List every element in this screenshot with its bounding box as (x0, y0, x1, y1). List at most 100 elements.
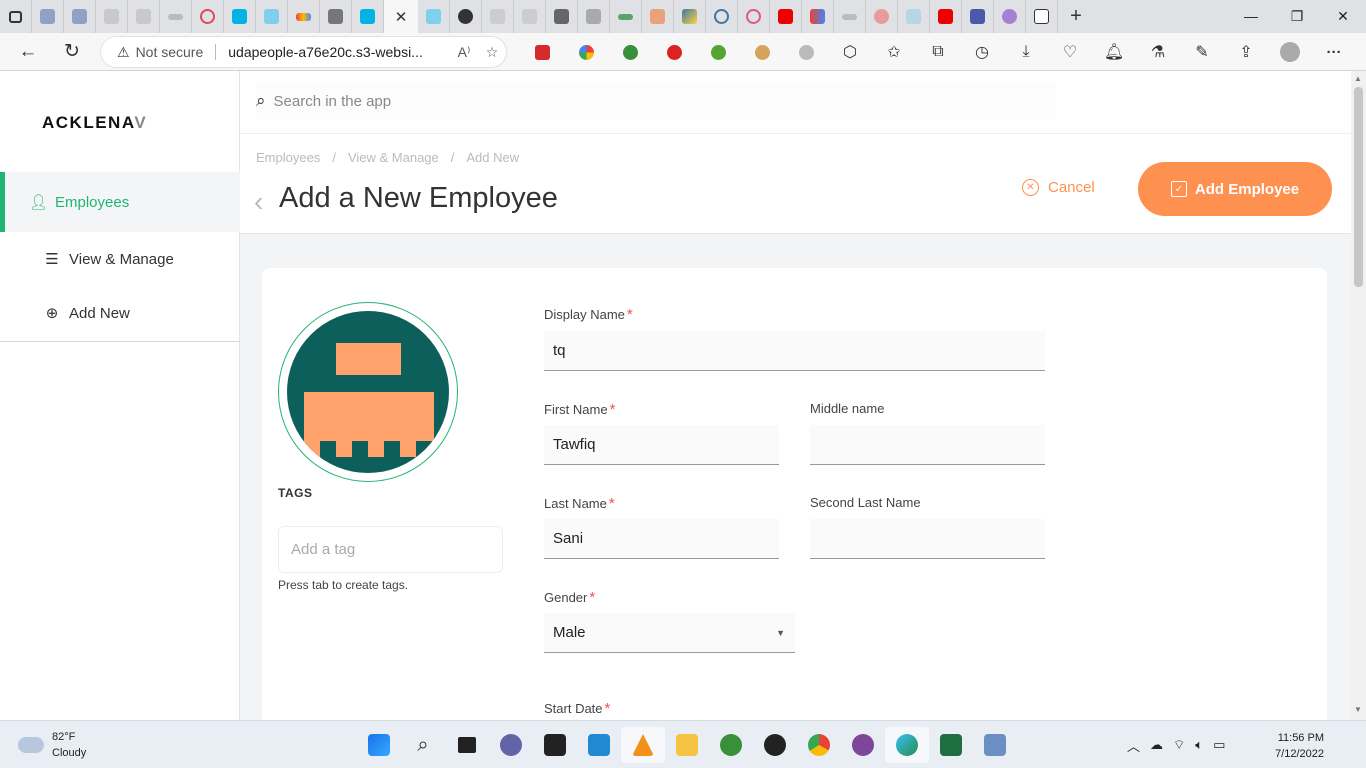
tab-29[interactable] (930, 0, 962, 33)
task-view[interactable] (445, 727, 489, 763)
url-text[interactable]: udapeople-a76e20c.s3-websi... (228, 44, 450, 60)
remote-app[interactable] (973, 727, 1017, 763)
downloads-icon[interactable]: ⤓ (1004, 43, 1048, 61)
tab-26[interactable] (834, 0, 866, 33)
add-employee-button[interactable]: ✓ Add Employee (1138, 162, 1332, 216)
scroll-down-icon[interactable]: ▼ (1354, 705, 1362, 714)
tab-25[interactable] (802, 0, 834, 33)
history-icon[interactable]: ◷ (960, 42, 1004, 62)
breadcrumb-view-manage[interactable]: View & Manage (348, 150, 439, 165)
tab-20[interactable] (642, 0, 674, 33)
d-extension-icon[interactable] (652, 44, 696, 60)
tab-3[interactable] (96, 0, 128, 33)
tab-11[interactable] (352, 0, 384, 33)
tab-actions-icon[interactable] (0, 0, 32, 33)
avatar-ring[interactable] (278, 302, 458, 482)
tab-8[interactable] (256, 0, 288, 33)
onedrive-icon[interactable]: ☁ (1150, 737, 1163, 753)
tab-21[interactable] (674, 0, 706, 33)
back-button[interactable]: ← (6, 41, 50, 63)
tab-9[interactable] (288, 0, 320, 33)
address-bar[interactable]: ⚠ Not secure udapeople-a76e20c.s3-websi.… (101, 37, 506, 67)
tab-17[interactable] (546, 0, 578, 33)
excel-app[interactable] (929, 727, 973, 763)
volume-icon[interactable]: 🔈︎ (1195, 737, 1203, 753)
tab-7[interactable] (224, 0, 256, 33)
gender-select[interactable]: Male ▼ (544, 613, 795, 653)
sidebar-item-view-manage[interactable]: ☰ View & Manage (0, 229, 240, 289)
vscode-app[interactable] (577, 727, 621, 763)
chevron-up-icon[interactable]: ︿ (1127, 736, 1140, 755)
more-menu-icon[interactable]: ··· (1312, 44, 1356, 61)
teams-app[interactable] (489, 727, 533, 763)
search-input[interactable] (273, 92, 974, 110)
dots-extension-icon[interactable] (564, 44, 608, 60)
chrome-app[interactable] (797, 727, 841, 763)
taskbar-search[interactable]: ⌕ (401, 727, 445, 763)
close-window-button[interactable]: ✕ (1320, 0, 1366, 33)
middle-name-field[interactable] (810, 425, 1045, 465)
clock[interactable]: 11:56 PM 7/12/2022 (1262, 730, 1324, 762)
idm-app[interactable] (709, 727, 753, 763)
not-secure-label[interactable]: Not secure (136, 44, 204, 60)
tab-30[interactable] (962, 0, 994, 33)
tab-14[interactable] (450, 0, 482, 33)
close-tab-icon[interactable]: ✕ (395, 8, 408, 26)
scroll-thumb[interactable] (1354, 87, 1363, 287)
tab-32[interactable] (1026, 0, 1058, 33)
display-name-field[interactable] (544, 331, 1045, 371)
tab-18[interactable] (578, 0, 610, 33)
notifications-icon[interactable]: 🔔︎ (1092, 42, 1136, 62)
battery-icon[interactable]: ▭ (1213, 737, 1225, 753)
tab-23[interactable] (738, 0, 770, 33)
sidebar-item-add-new[interactable]: ⊕ Add New (0, 283, 240, 343)
maximize-button[interactable]: ❐ (1274, 0, 1320, 33)
back-chevron-icon[interactable]: ‹ (254, 186, 263, 218)
tab-2[interactable] (64, 0, 96, 33)
weather-widget[interactable]: 82°F Cloudy (18, 729, 86, 761)
cookie-extension-icon[interactable] (740, 44, 784, 60)
performance-icon[interactable]: ♡ (1048, 42, 1092, 62)
app-logo[interactable]: ACKLENAV (42, 113, 147, 133)
share-icon[interactable]: ⇪ (1224, 42, 1268, 62)
first-name-field[interactable] (544, 425, 779, 465)
favorites-icon[interactable]: ✩ (872, 42, 916, 62)
gear-extension-icon[interactable] (784, 44, 828, 60)
tab-31[interactable] (994, 0, 1026, 33)
tab-15[interactable] (482, 0, 514, 33)
tab-27[interactable] (866, 0, 898, 33)
tab-10[interactable] (320, 0, 352, 33)
tab-5[interactable] (160, 0, 192, 33)
tab-16[interactable] (514, 0, 546, 33)
scroll-up-icon[interactable]: ▲ (1354, 74, 1362, 83)
terminal-app[interactable] (533, 727, 577, 763)
tools-icon[interactable]: ⚗ (1136, 42, 1180, 62)
breadcrumb-employees[interactable]: Employees (256, 150, 320, 165)
tab-19[interactable] (610, 0, 642, 33)
page-scrollbar[interactable]: ▲ ▼ (1351, 71, 1366, 720)
collections-icon[interactable]: ⧉ (916, 43, 960, 61)
edge-app[interactable] (885, 727, 929, 763)
tab-6[interactable] (192, 0, 224, 33)
tab-28[interactable] (898, 0, 930, 33)
read-aloud-icon[interactable]: A⁾ (450, 44, 478, 61)
tab-22[interactable] (706, 0, 738, 33)
second-last-name-field[interactable] (810, 519, 1045, 559)
edit-icon[interactable]: ✎ (1180, 42, 1224, 62)
new-tab-button[interactable]: + (1058, 5, 1094, 28)
sidebar-item-employees[interactable]: 👤︎ Employees (0, 172, 240, 232)
tab-13[interactable] (418, 0, 450, 33)
active-tab[interactable]: ✕ (384, 0, 418, 33)
tor-app[interactable] (841, 727, 885, 763)
minimize-button[interactable]: — (1228, 0, 1274, 33)
start-button[interactable] (357, 727, 401, 763)
globe-extension-icon[interactable] (608, 44, 652, 60)
green-extension-icon[interactable] (696, 44, 740, 60)
vlc-app[interactable] (621, 727, 665, 763)
profile-avatar[interactable] (1268, 42, 1312, 62)
add-favorite-icon[interactable]: ☆ (478, 44, 506, 61)
adblock-extension-icon[interactable] (520, 44, 564, 60)
tab-1[interactable] (32, 0, 64, 33)
tag-input[interactable] (278, 526, 503, 573)
refresh-button[interactable]: ↻ (50, 40, 94, 63)
